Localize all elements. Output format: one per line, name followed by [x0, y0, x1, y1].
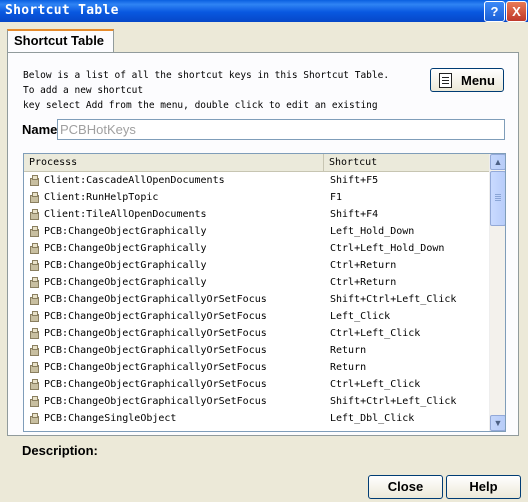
list-item[interactable]: PCB:ChangeSingleObject Left_Dbl_Click [24, 411, 489, 428]
list-item[interactable]: PCB:ChangeObjectGraphicallyOrSetFocus Shi… [24, 394, 489, 411]
process-cell: PCB:ChangeObjectGraphicallyOrSetFocus [44, 311, 267, 322]
tab-shortcut-table[interactable]: Shortcut Table [7, 29, 114, 52]
shortcut-list[interactable]: Processs Shortcut Client:CascadeAllOpenD… [23, 153, 506, 432]
process-icon [29, 379, 40, 391]
process-cell: PCB:ChangeObjectGraphicallyOrSetFocus [44, 294, 267, 305]
shortcut-cell: Shift+F4 [330, 209, 379, 220]
list-item[interactable]: PCB:ChangeObjectGraphicallyOrSetFocus Ctr… [24, 377, 489, 394]
menu-button-label: Menu [461, 73, 495, 88]
process-cell: Client:RunHelpTopic [44, 192, 159, 203]
help-title-button[interactable]: ? [484, 1, 505, 22]
process-cell: Client:TileAllOpenDocuments [44, 209, 207, 220]
process-cell: PCB:ChangeObjectGraphically [44, 277, 207, 288]
process-icon [29, 192, 40, 204]
process-icon [29, 277, 40, 289]
process-icon [29, 328, 40, 340]
process-icon [29, 243, 40, 255]
scroll-up-button[interactable]: ▲ [490, 154, 505, 170]
process-cell: PCB:ChangeObjectGraphicallyOrSetFocus [44, 379, 267, 390]
title-bar: Shortcut Table ? X [0, 0, 528, 22]
shortcut-cell: Ctrl+Left_Hold_Down [330, 243, 445, 254]
process-icon [29, 362, 40, 374]
list-item[interactable]: PCB:ChangeObjectGraphically Left_Hold_Dow… [24, 224, 489, 241]
shortcut-cell: Shift+Ctrl+Left_Click [330, 396, 457, 407]
list-item[interactable]: PCB:ChangeObjectGraphically Ctrl+Return [24, 275, 489, 292]
scroll-down-button[interactable]: ▼ [490, 415, 505, 431]
menu-list-icon [439, 73, 452, 88]
shortcut-cell: Ctrl+Left_Click [330, 328, 421, 339]
shortcut-cell: Left_Hold_Down [330, 226, 415, 237]
process-icon [29, 209, 40, 221]
description-label: Description: [22, 443, 98, 458]
list-item[interactable]: PCB:ChangeObjectGraphically Ctrl+Left_Hol… [24, 241, 489, 258]
shortcut-cell: Shift+F5 [330, 175, 379, 186]
instructions-line: To add a new shortcut [23, 85, 144, 96]
process-cell: PCB:ChangeObjectGraphicallyOrSetFocus [44, 328, 267, 339]
shortcut-cell: Left_Dbl_Click [330, 413, 415, 424]
name-input[interactable]: PCBHotKeys [57, 119, 505, 140]
column-header-process[interactable]: Processs [24, 154, 324, 171]
shortcut-cell: Left_Click [330, 311, 391, 322]
process-icon [29, 413, 40, 425]
process-icon [29, 311, 40, 323]
process-icon [29, 396, 40, 408]
shortcut-cell: Return [330, 362, 367, 373]
instructions-line: key select Add from the menu, double cli… [23, 100, 378, 111]
process-cell: PCB:ChangeObjectGraphicallyOrSetFocus [44, 345, 267, 356]
process-cell: PCB:ChangeSingleObject [44, 413, 177, 424]
name-label: Name [22, 122, 58, 137]
list-item[interactable]: PCB:ChangeObjectGraphicallyOrSetFocus Ret… [24, 360, 489, 377]
list-item[interactable]: Client:RunHelpTopic F1 [24, 190, 489, 207]
list-item[interactable]: PCB:ChangeObjectGraphicallyOrSetFocus Shi… [24, 292, 489, 309]
shortcut-cell: Ctrl+Return [330, 260, 397, 271]
shortcut-cell: Shift+Ctrl+Left_Click [330, 294, 457, 305]
vertical-scrollbar[interactable]: ▲ ▼ [489, 154, 505, 431]
process-icon [29, 175, 40, 187]
help-button[interactable]: Help [446, 475, 521, 499]
list-header: Processs Shortcut [24, 154, 489, 172]
list-item[interactable]: Client:TileAllOpenDocuments Shift+F4 [24, 207, 489, 224]
close-button[interactable]: Close [368, 475, 443, 499]
list-rows: Client:CascadeAllOpenDocuments Shift+F5 Cl… [24, 173, 489, 428]
shortcut-cell: Return [330, 345, 367, 356]
process-cell: PCB:ChangeObjectGraphically [44, 243, 207, 254]
list-item[interactable]: PCB:ChangeObjectGraphicallyOrSetFocus Ret… [24, 343, 489, 360]
list-item[interactable]: Client:CascadeAllOpenDocuments Shift+F5 [24, 173, 489, 190]
list-item[interactable]: PCB:ChangeObjectGraphicallyOrSetFocus Lef… [24, 309, 489, 326]
process-cell: PCB:ChangeObjectGraphicallyOrSetFocus [44, 396, 267, 407]
menu-button[interactable]: Menu [430, 68, 504, 92]
column-header-shortcut[interactable]: Shortcut [324, 154, 489, 171]
process-icon [29, 345, 40, 357]
window-title: Shortcut Table [5, 3, 119, 18]
list-item[interactable]: PCB:ChangeObjectGraphicallyOrSetFocus Ctr… [24, 326, 489, 343]
scroll-thumb[interactable] [490, 171, 505, 226]
process-cell: PCB:ChangeObjectGraphically [44, 260, 207, 271]
list-item[interactable]: PCB:ChangeObjectGraphically Ctrl+Return [24, 258, 489, 275]
process-cell: PCB:ChangeObjectGraphicallyOrSetFocus [44, 362, 267, 373]
shortcut-cell: F1 [330, 192, 343, 203]
process-icon [29, 260, 40, 272]
close-title-button[interactable]: X [506, 1, 527, 22]
instructions-text: Below is a list of all the shortcut keys… [23, 68, 423, 113]
shortcut-cell: Ctrl+Left_Click [330, 379, 421, 390]
process-icon [29, 294, 40, 306]
shortcut-cell: Ctrl+Return [330, 277, 397, 288]
process-icon [29, 226, 40, 238]
instructions-line: Below is a list of all the shortcut keys… [23, 70, 390, 81]
process-cell: PCB:ChangeObjectGraphically [44, 226, 207, 237]
process-cell: Client:CascadeAllOpenDocuments [44, 175, 225, 186]
